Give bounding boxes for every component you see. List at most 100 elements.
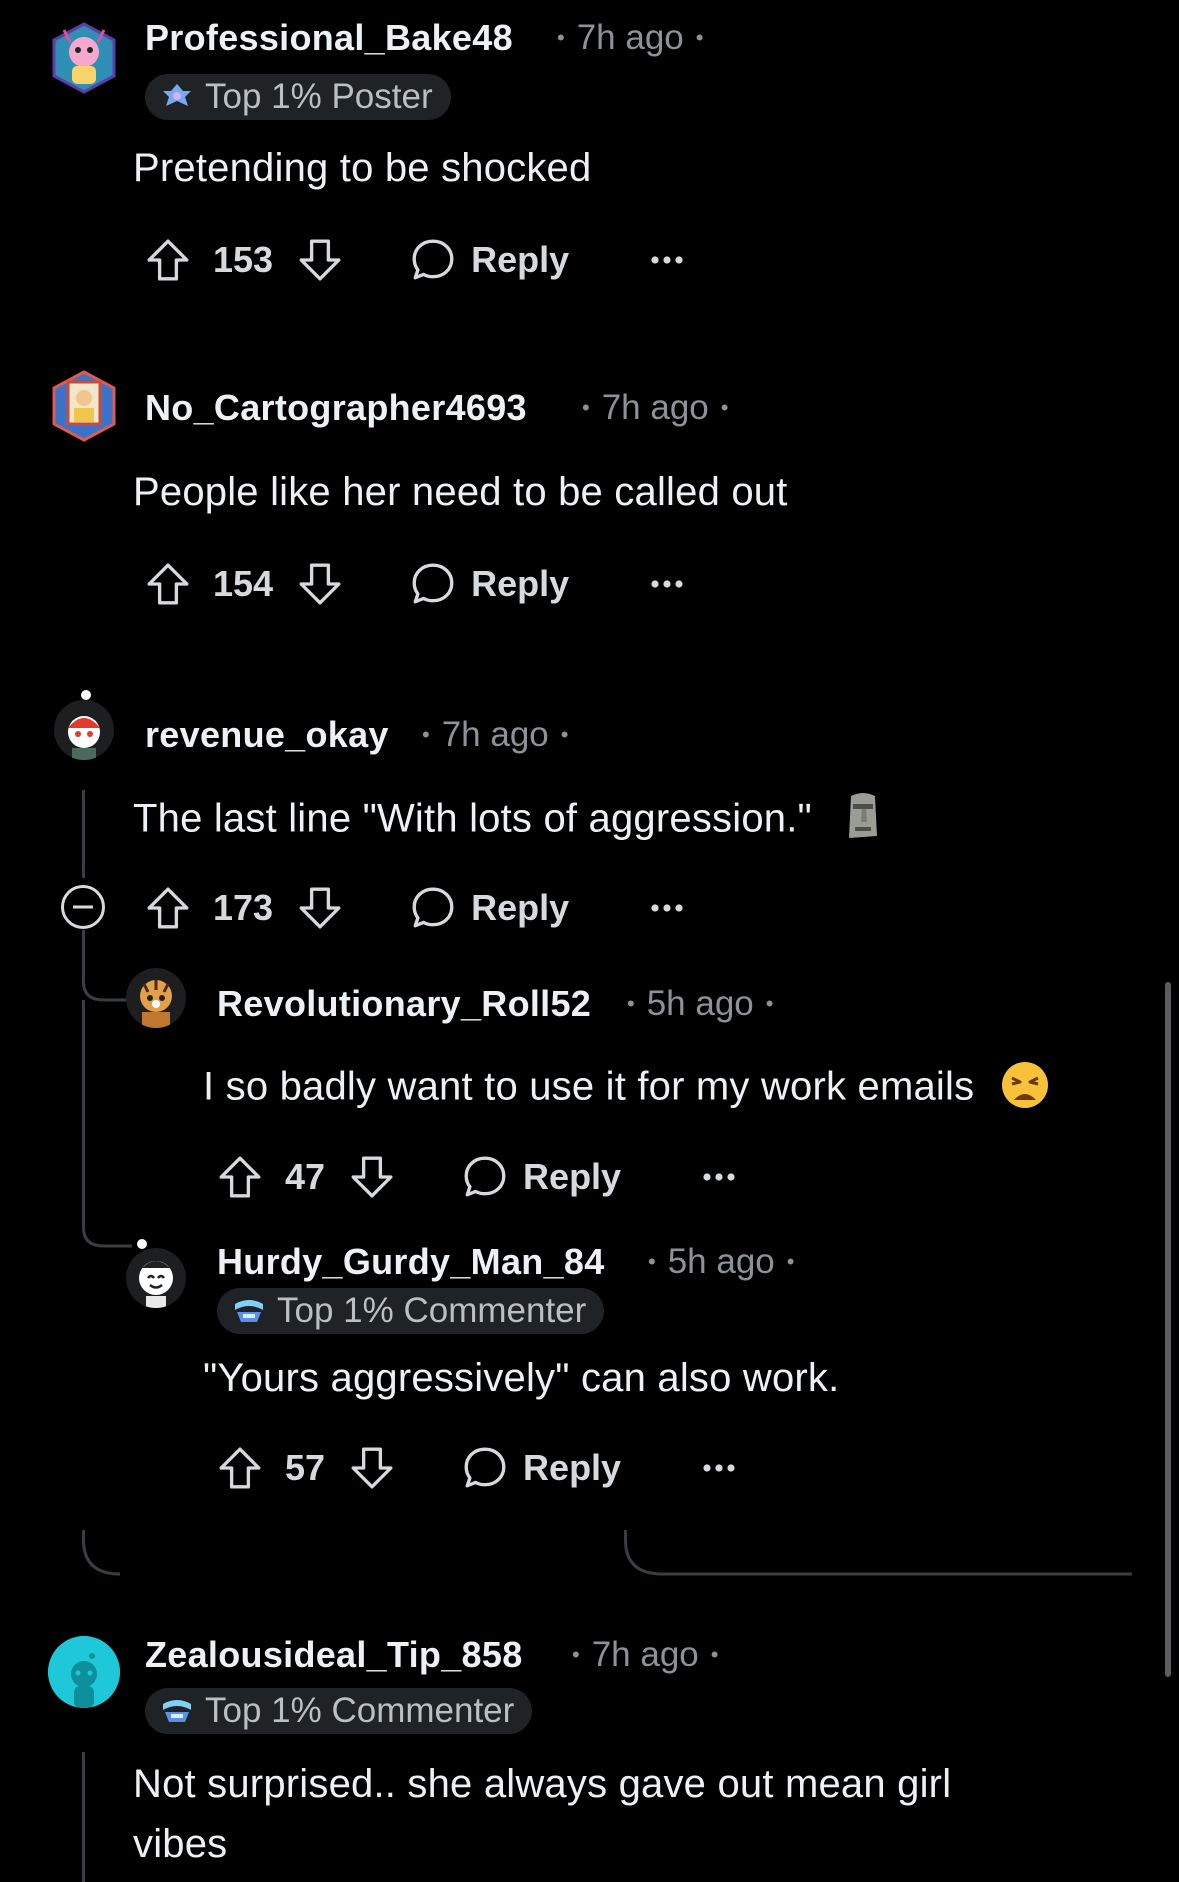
reply-bubble-icon [461,1444,509,1492]
upvote-icon[interactable] [145,885,191,931]
reply-button[interactable]: Reply [409,560,569,608]
upvote-icon[interactable] [145,561,191,607]
upvote-icon[interactable] [217,1154,263,1200]
timestamp: 5h ago [646,984,754,1023]
comment-body-text: The last line "With lots of aggression." [133,796,812,841]
top-commenter-icon [235,1300,263,1322]
default-snoo-cyan-avatar-icon [48,1636,120,1708]
reply-button[interactable]: Reply [461,1153,621,1201]
vote-count: 57 [285,1447,326,1488]
pink-character-hexagon-avatar-icon [52,22,116,94]
timestamp: 5h ago [667,1242,775,1281]
more-icon [701,1462,737,1474]
user-avatar[interactable] [48,1636,120,1708]
reply-bubble-icon [409,560,457,608]
timestamp: 7h ago [601,388,709,427]
comment-actions: 153 Reply [145,232,685,288]
framed-portrait-hexagon-avatar-icon [52,370,116,442]
reply-label: Reply [471,239,570,280]
reply-button[interactable]: Reply [409,236,569,284]
reply-label: Reply [471,563,570,604]
reply-bubble-icon [461,1153,509,1201]
downvote-icon[interactable] [349,1154,395,1200]
vote-count: 154 [213,563,274,604]
separator-dot: • [786,1249,795,1274]
username[interactable]: Zealousideal_Tip_858 [145,1634,523,1676]
antenna-dot [137,1239,147,1249]
snoo-red-cap-avatar-icon [68,716,100,760]
separator-dot: • [560,722,569,747]
more-options-button[interactable] [649,578,685,590]
separator-dot: • [582,395,590,420]
downvote-icon[interactable] [297,237,343,283]
thread-end [624,1530,1132,1576]
upvote-icon[interactable] [145,237,191,283]
more-options-button[interactable] [701,1462,737,1474]
downvote-icon[interactable] [349,1445,395,1491]
thread-line[interactable] [82,1000,85,1230]
comment-meta: • 7h ago • [560,1635,730,1675]
username[interactable]: Professional_Bake48 [145,17,513,59]
flair-label: Top 1% Commenter [205,1691,515,1730]
top-commenter-icon [163,1700,191,1722]
flair-label: Top 1% Poster [205,77,433,116]
separator-dot: • [695,25,704,50]
user-flair: Top 1% Commenter [145,1688,533,1734]
more-icon [649,578,685,590]
downvote-icon[interactable] [297,885,343,931]
reply-button[interactable]: Reply [461,1444,621,1492]
user-avatar[interactable] [126,968,186,1028]
comment-actions: 154 Reply [145,556,685,612]
downvote-icon[interactable] [297,561,343,607]
upvote-icon[interactable] [217,1445,263,1491]
thread-end [82,1530,121,1576]
comment-body: The last line "With lots of aggression." [133,793,883,848]
more-icon [649,254,685,266]
more-options-button[interactable] [649,902,685,914]
comment-body: Pretending to be shocked [133,146,592,190]
antenna-dot [81,690,91,700]
thread-line[interactable] [82,790,85,878]
comment-body-text: I so badly want to use it for my work em… [203,1064,975,1109]
comment-actions: 173 Reply [145,880,685,936]
more-icon [649,902,685,914]
comment-meta: • 7h ago • [410,715,580,755]
more-icon [701,1171,737,1183]
more-options-button[interactable] [649,254,685,266]
vote-count: 47 [285,1156,326,1197]
more-options-button[interactable] [701,1171,737,1183]
reply-label: Reply [471,887,570,928]
username[interactable]: Revolutionary_Roll52 [217,983,591,1025]
comment-body: People like her need to be called out [133,470,788,514]
reply-label: Reply [523,1447,622,1488]
separator-dot: • [422,722,430,747]
comment-body: I so badly want to use it for my work em… [203,1062,1050,1114]
timestamp: 7h ago [441,715,549,754]
comment-body: "Yours aggressively" can also work. [203,1356,840,1400]
user-avatar[interactable] [52,22,116,94]
user-flair: Top 1% Commenter [217,1288,605,1334]
thread-line[interactable] [82,1752,85,1882]
separator-dot: • [648,1249,656,1274]
username[interactable]: Hurdy_Gurdy_Man_84 [217,1241,605,1283]
user-avatar[interactable] [54,700,114,760]
collapse-thread-button[interactable] [60,884,106,930]
username[interactable]: revenue_okay [145,714,389,756]
username[interactable]: No_Cartographer4693 [145,387,527,429]
flair-label: Top 1% Commenter [277,1291,587,1330]
reply-button[interactable]: Reply [409,884,569,932]
scrollbar[interactable] [1165,982,1171,1677]
user-flair: Top 1% Poster [145,74,451,120]
user-avatar[interactable] [126,1248,186,1308]
comment-actions: 47 Reply [217,1149,737,1205]
snoo-white-avatar-icon [139,1261,173,1308]
thread-branch [82,1210,132,1248]
thread-branch [82,960,132,1002]
user-avatar[interactable] [52,370,116,442]
separator-dot: • [720,395,729,420]
comment-actions: 57 Reply [217,1440,737,1496]
top-poster-icon [163,84,191,106]
separator-dot: • [557,25,565,50]
snoo-tiger-avatar-icon [140,980,172,1028]
collapse-minus-icon [61,885,105,929]
